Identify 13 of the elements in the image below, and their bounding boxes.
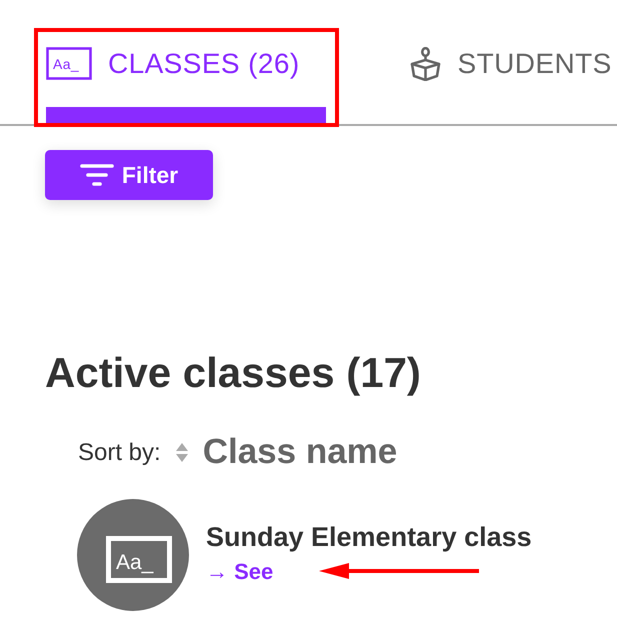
sort-label: Sort by: [78, 438, 161, 468]
student-icon [408, 46, 442, 80]
board-icon: Aa_ [46, 47, 92, 80]
filter-button[interactable]: Filter [45, 150, 213, 200]
see-link[interactable]: → See [206, 554, 274, 588]
sort-icon [174, 442, 189, 464]
section-title: Active classes (17) [45, 348, 421, 398]
tab[interactable]: Aa_ CLASSES (26) [46, 32, 326, 124]
sort-field-button[interactable]: Class name [202, 426, 398, 479]
tab[interactable]: STUDENTS [408, 32, 612, 124]
class-avatar-icon: Aa_ [77, 498, 189, 611]
filter-icon [80, 163, 114, 187]
class-name: Sunday Elementary class [206, 522, 532, 553]
